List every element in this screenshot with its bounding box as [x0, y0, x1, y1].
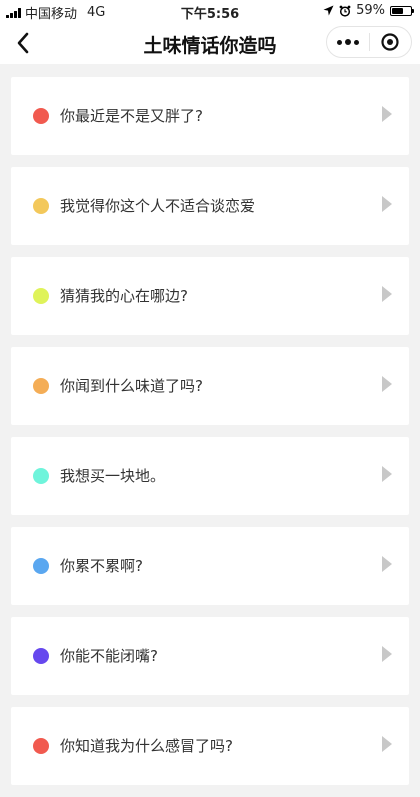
battery-level — [392, 7, 403, 14]
target-circle-icon — [381, 33, 399, 51]
alarm-icon — [339, 5, 351, 17]
list-item[interactable]: 你累不累啊? — [11, 527, 409, 605]
color-dot-icon — [33, 108, 49, 124]
chevron-right-icon — [382, 466, 392, 482]
color-dot-icon — [33, 378, 49, 394]
chevron-right-icon — [382, 196, 392, 212]
color-dot-icon — [33, 738, 49, 754]
color-dot-icon — [33, 468, 49, 484]
list-item-label: 猜猜我的心在哪边? — [60, 287, 188, 305]
status-bar: 中国移动 4G 下午5:56 59% — [0, 0, 420, 22]
more-button[interactable] — [327, 27, 369, 57]
list-item[interactable]: 你最近是不是又胖了? — [11, 77, 409, 155]
topic-list: 你最近是不是又胖了? 我觉得你这个人不适合谈恋爱 猜猜我的心在哪边? 你闻到什么… — [11, 77, 409, 797]
battery-percent: 59% — [356, 3, 385, 18]
list-item-label: 你闻到什么味道了吗? — [60, 377, 203, 395]
color-dot-icon — [33, 198, 49, 214]
chevron-right-icon — [382, 736, 392, 752]
list-item[interactable]: 你闻到什么味道了吗? — [11, 347, 409, 425]
list-item-label: 你最近是不是又胖了? — [60, 107, 203, 125]
more-dots-icon — [336, 39, 359, 45]
list-item[interactable]: 我想买一块地。 — [11, 437, 409, 515]
chevron-right-icon — [382, 556, 392, 572]
list-item[interactable]: 你知道我为什么感冒了吗? — [11, 707, 409, 785]
status-right: 59% — [323, 3, 414, 18]
chevron-right-icon — [382, 286, 392, 302]
list-item[interactable]: 猜猜我的心在哪边? — [11, 257, 409, 335]
mini-program-capsule — [326, 26, 412, 58]
battery-icon — [390, 5, 414, 16]
chevron-right-icon — [382, 376, 392, 392]
list-item-label: 你知道我为什么感冒了吗? — [60, 737, 233, 755]
list-item-label: 你能不能闭嘴? — [60, 647, 158, 665]
list-item-label: 我想买一块地。 — [60, 467, 166, 485]
close-button[interactable] — [369, 27, 411, 57]
list-item[interactable]: 我觉得你这个人不适合谈恋爱 — [11, 167, 409, 245]
chevron-right-icon — [382, 646, 392, 662]
list-item-label: 你累不累啊? — [60, 557, 143, 575]
color-dot-icon — [33, 288, 49, 304]
nav-bar: 土味情话你造吗 — [0, 22, 420, 64]
chevron-right-icon — [382, 106, 392, 122]
list-item[interactable]: 你能不能闭嘴? — [11, 617, 409, 695]
list-item-label: 我觉得你这个人不适合谈恋爱 — [60, 197, 256, 215]
color-dot-icon — [33, 558, 49, 574]
color-dot-icon — [33, 648, 49, 664]
location-arrow-icon — [323, 5, 334, 16]
